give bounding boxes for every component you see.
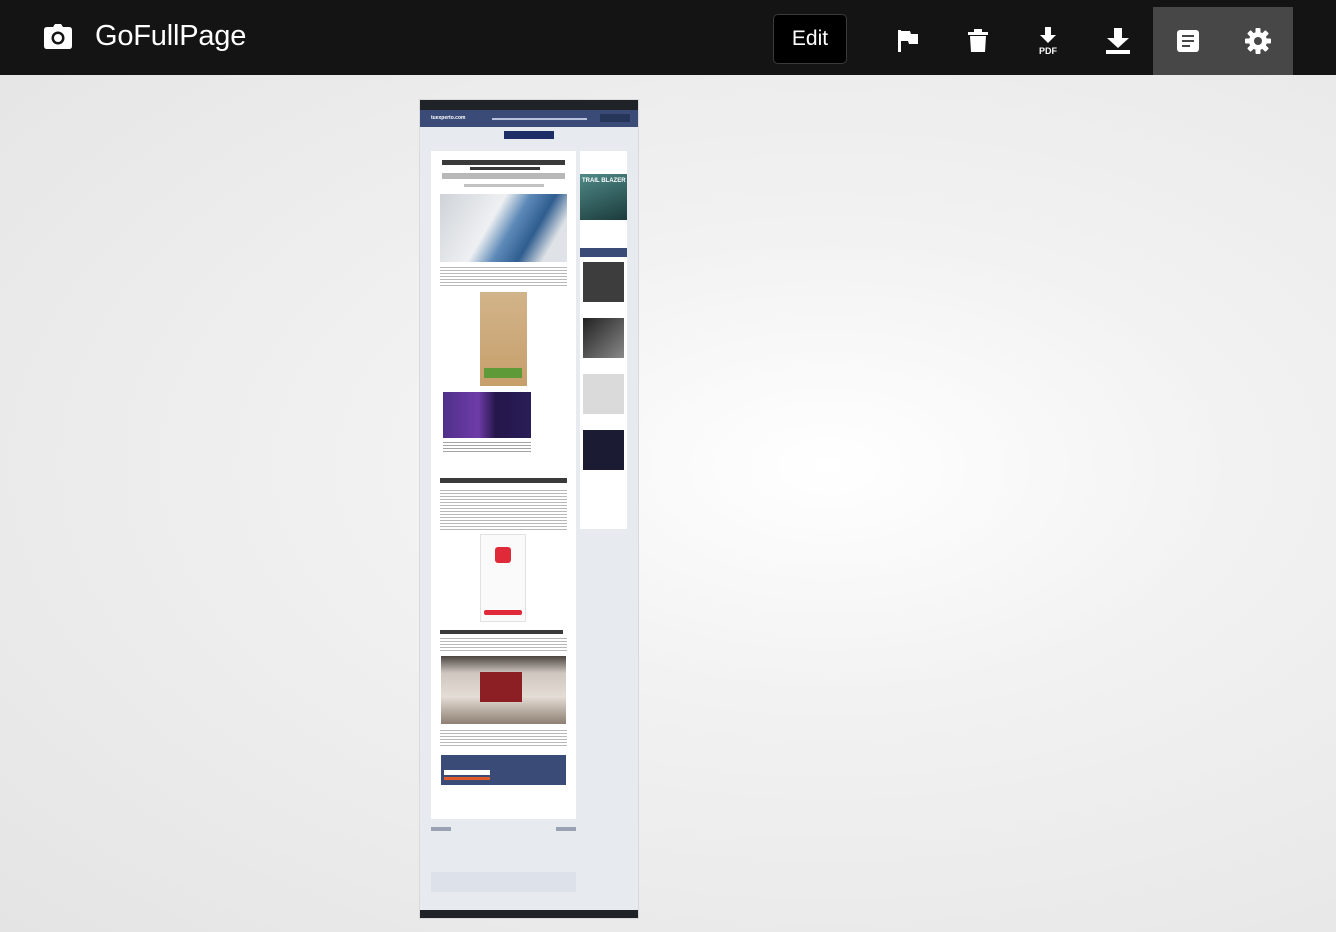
flag-icon	[897, 29, 919, 53]
settings-button[interactable]	[1223, 7, 1293, 75]
preview-ad-button	[484, 368, 522, 378]
preview-paragraph	[440, 730, 567, 746]
brand-title: GoFullPage	[95, 20, 247, 52]
preview-banner	[504, 131, 554, 139]
preview-sidebar-thumb	[583, 374, 624, 414]
page-view-button[interactable]	[1153, 7, 1223, 75]
preview-nav-button	[600, 114, 630, 122]
page-icon	[1177, 30, 1199, 52]
preview-app-button	[484, 610, 522, 615]
preview-paragraph	[440, 638, 567, 653]
preview-paragraph	[440, 267, 567, 287]
download-icon	[1106, 28, 1130, 54]
pdf-download-icon: PDF	[1035, 27, 1061, 55]
preview-section-heading	[440, 630, 563, 634]
download-button[interactable]	[1083, 7, 1153, 75]
preview-video-thumbnail	[443, 392, 531, 438]
preview-sidebar-heading	[580, 248, 627, 257]
preview-newsletter-input	[444, 770, 490, 775]
pdf-download-button[interactable]: PDF	[1013, 7, 1083, 75]
preview-article-image	[440, 194, 567, 262]
preview-video-caption	[443, 442, 531, 452]
preview-section-heading	[440, 478, 567, 483]
preview-app-logo	[495, 547, 511, 563]
preview-nav	[492, 118, 587, 120]
flag-button[interactable]	[873, 7, 943, 75]
camera-icon	[44, 24, 72, 50]
preview-comment-box	[431, 872, 576, 892]
preview-article-title	[442, 160, 565, 165]
preview-sidebar-thumb	[583, 430, 624, 470]
preview-article-meta	[464, 184, 544, 187]
toolbar: GoFullPage Edit PDF	[0, 0, 1336, 75]
edit-button[interactable]: Edit	[773, 14, 847, 64]
preview-paragraph	[440, 490, 567, 530]
trash-icon	[968, 29, 988, 53]
gear-icon	[1245, 28, 1271, 54]
preview-tv-image	[480, 672, 522, 702]
preview-article-title-line	[470, 167, 540, 170]
preview-sidebar-thumb	[583, 262, 624, 302]
preview-next-link	[556, 827, 576, 831]
preview-site-name: tuexperto.com	[431, 115, 466, 121]
preview-top-bar	[420, 100, 638, 110]
pdf-icon-label: PDF	[1039, 46, 1058, 55]
preview-prev-link	[431, 827, 451, 831]
preview-article-subtitle	[442, 173, 565, 179]
preview-sidebar-ad-text: TRAIL BLAZER	[582, 178, 626, 184]
screenshot-preview[interactable]: tuexperto.com TRAIL BLAZER	[420, 100, 638, 918]
preview-newsletter-button	[444, 777, 490, 780]
delete-button[interactable]	[943, 7, 1013, 75]
preview-footer	[420, 910, 638, 918]
preview-sidebar-thumb	[583, 318, 624, 358]
